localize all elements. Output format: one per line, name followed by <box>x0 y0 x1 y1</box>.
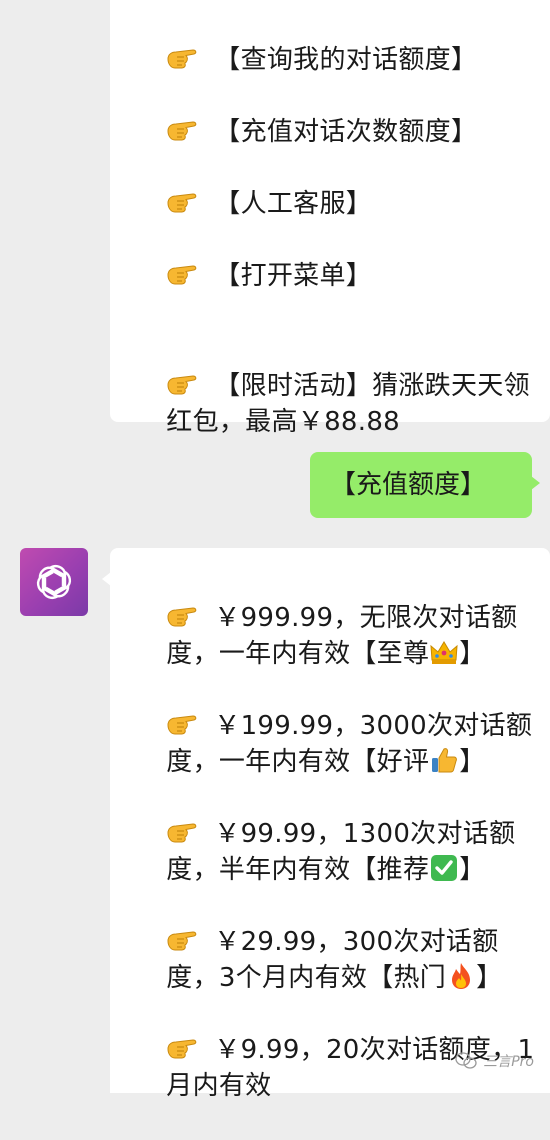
user-message-text: 【充值额度】 <box>330 470 487 500</box>
bot-avatar[interactable] <box>20 548 88 616</box>
menu-message-bubble: 【查询我的对话额度】 【充值对话次数额度】 【人工客服】 【打开菜单】 【限时活… <box>110 0 550 437</box>
watermark-text: 三言Pro <box>483 1054 534 1070</box>
pointing-hand-icon <box>166 45 200 71</box>
pointing-hand-icon <box>166 261 200 287</box>
wechat-channel-icon <box>455 1052 477 1069</box>
plans-message-bubble: ￥999.99，无限次对话额 度，一年内有效【至尊 】 ￥199.99，3000… <box>102 548 550 1101</box>
user-message-bubble: 【充值额度】 <box>310 452 540 518</box>
pointing-hand-icon <box>166 189 200 215</box>
pointing-hand-icon <box>166 117 200 143</box>
thumbs-up-emoji-icon <box>432 748 458 773</box>
plan-item-5-line-2: 月内有效 <box>166 1071 272 1101</box>
openai-logo-icon <box>36 565 72 599</box>
crown-emoji-icon <box>430 641 458 664</box>
watermark: 三言Pro <box>455 1051 534 1071</box>
menu-item-open-menu[interactable]: 【打开菜单】 <box>132 222 540 330</box>
check-mark-emoji-icon <box>431 855 458 881</box>
fire-emoji-icon <box>452 963 471 989</box>
